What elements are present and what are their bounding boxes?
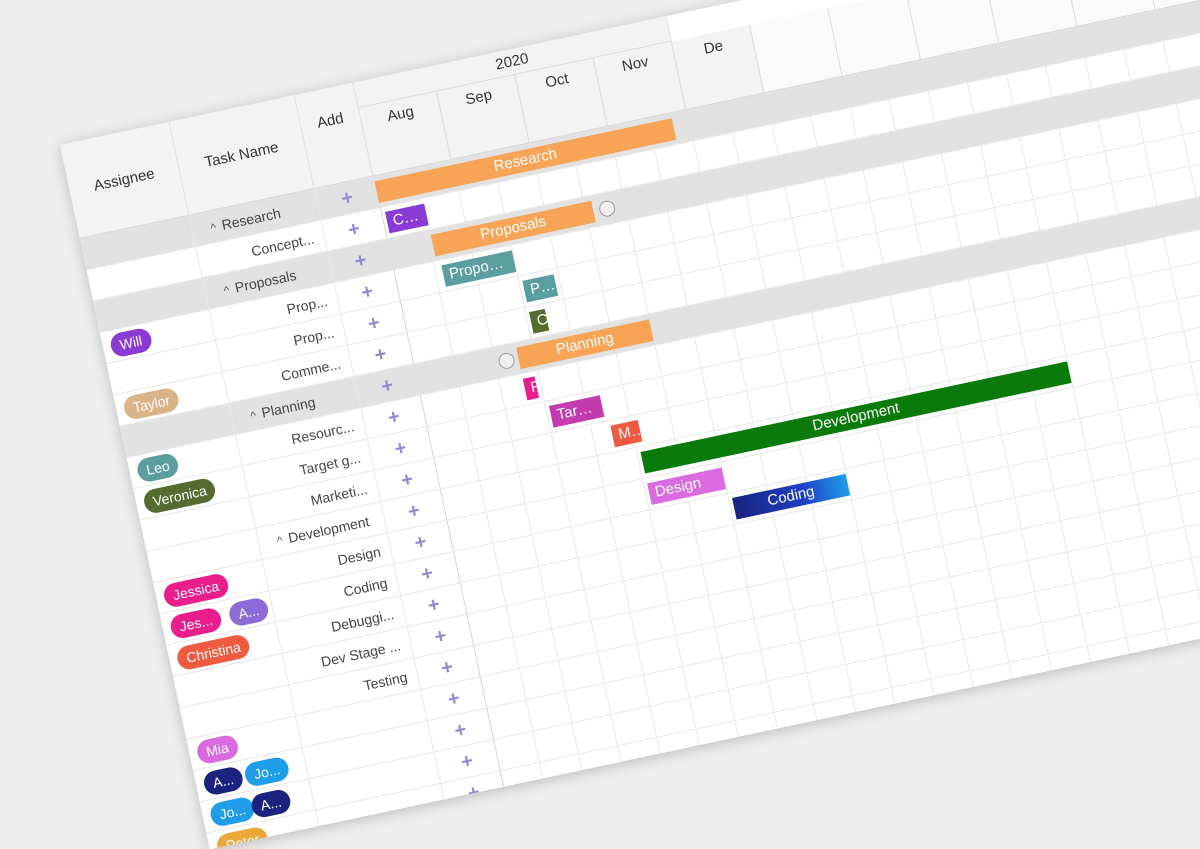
task-name-label: Proposals — [233, 266, 298, 296]
avatar[interactable]: Mia — [195, 733, 240, 766]
chevron-up-icon[interactable]: ^ — [276, 533, 284, 548]
gantt-chart: Assignee Task Name Add ^ Research + Concept… — [60, 0, 1200, 849]
chevron-up-icon[interactable]: ^ — [249, 408, 257, 423]
avatar[interactable]: Leo — [135, 451, 181, 484]
task-name-label: Research — [220, 204, 283, 233]
avatar[interactable]: Will — [108, 326, 154, 359]
task-name-label: Resourc... — [289, 418, 356, 448]
task-name-label: Comme... — [279, 355, 343, 384]
task-name-label: Prop... — [291, 324, 336, 349]
task-name-label: Design — [336, 543, 383, 569]
avatar[interactable]: A... — [249, 787, 293, 820]
avatar[interactable]: Jo... — [208, 795, 257, 829]
avatar[interactable]: A... — [201, 765, 245, 797]
task-name-label: Debuggi... — [329, 606, 396, 635]
task-name-label: Planning — [260, 393, 317, 421]
avatar[interactable]: Jo... — [242, 755, 292, 789]
task-name-label: Testing — [362, 668, 409, 694]
chevron-up-icon[interactable]: ^ — [209, 220, 217, 235]
avatar[interactable]: A... — [227, 596, 271, 628]
timeline: 2020 Aug Sep Oct Nov De Research Conce... Prop… — [353, 0, 1200, 803]
chevron-up-icon[interactable]: ^ — [223, 283, 231, 298]
task-name-label: Prop... — [285, 293, 329, 318]
task-name-label: Target g... — [297, 449, 363, 479]
task-name-label: Concept... — [249, 230, 316, 260]
task-name-label: Marketi... — [309, 480, 369, 509]
task-name-label: Coding — [342, 574, 389, 600]
